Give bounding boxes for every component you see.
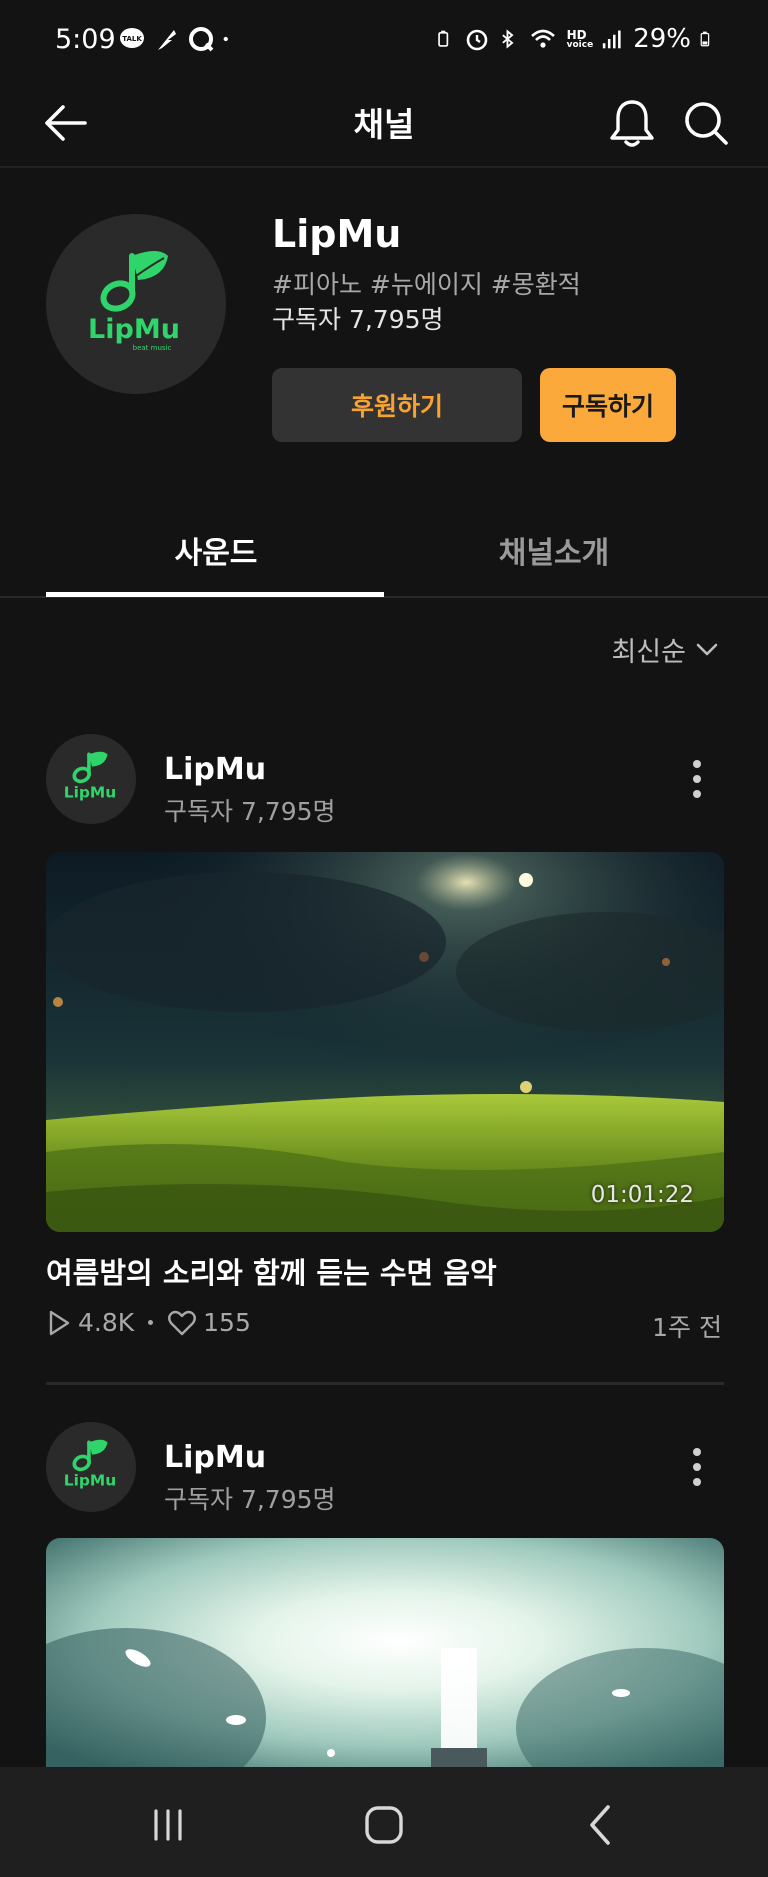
heart-icon[interactable] (167, 1309, 197, 1337)
status-time: 5:09 (55, 24, 116, 55)
night-meadow-image (46, 852, 724, 1232)
play-icon (49, 1310, 70, 1335)
nav-back-button[interactable] (570, 1795, 630, 1855)
battery-percent: 29% (633, 24, 691, 54)
lipmu-logo: LipMu beat music (88, 251, 180, 352)
recent-apps-button[interactable] (138, 1795, 198, 1855)
sort-label: 최신순 (611, 637, 686, 668)
feather-icon (158, 30, 176, 50)
system-navigation-bar (0, 1767, 768, 1877)
post-author-subscribers: 구독자 7,795명 (164, 1485, 336, 1514)
bluetooth-icon (501, 29, 514, 49)
tab-channel-intro[interactable]: 채널소개 (384, 528, 724, 572)
chevron-left-icon (590, 1805, 610, 1845)
kakaotalk-icon: TALK (120, 28, 144, 48)
home-icon (365, 1806, 403, 1844)
logo-text: LipMu (64, 1472, 116, 1490)
post-author-subscribers: 구독자 7,795명 (164, 797, 336, 826)
video-duration: 01:01:22 (590, 1182, 694, 1208)
wifi-icon (530, 29, 555, 48)
post-author-name[interactable]: LipMu (164, 1440, 266, 1475)
notification-icons: TALK (118, 26, 236, 52)
sort-dropdown[interactable]: 최신순 (611, 630, 718, 669)
divider (46, 1382, 724, 1385)
system-icons: HD voice 29% (437, 24, 716, 54)
more-options-button[interactable] (682, 754, 712, 804)
post-age: 1주 전 (652, 1313, 722, 1342)
lipmu-logo: LipMu (64, 751, 116, 802)
recent-apps-icon (154, 1809, 182, 1841)
notification-button[interactable] (606, 96, 658, 150)
search-button[interactable] (680, 96, 732, 150)
play-count: 4.8K (78, 1308, 135, 1337)
post-stats: 4.8K 155 (46, 1308, 251, 1337)
search-icon (685, 102, 728, 145)
logo-text: LipMu (64, 784, 116, 802)
subscribe-button[interactable]: 구독하기 (540, 368, 676, 442)
support-button[interactable]: 후원하기 (272, 368, 522, 442)
logo-subtext: beat music (133, 344, 172, 352)
tab-sound[interactable]: 사운드 (46, 528, 386, 572)
light-beam-image (46, 1538, 724, 1767)
like-count: 155 (203, 1308, 251, 1337)
logo-text: LipMu (88, 314, 180, 345)
more-vertical-icon (693, 760, 701, 798)
voice-label: voice (566, 39, 594, 50)
channel-name: LipMu (272, 212, 402, 256)
hd-label: HD (566, 27, 587, 42)
top-app-bar: 채널 (0, 84, 768, 168)
more-options-button[interactable] (682, 1442, 712, 1492)
post-title[interactable]: 여름밤의 소리와 함께 듣는 수면 음악 (46, 1250, 497, 1292)
stats-separator-dot (148, 1320, 154, 1325)
post-thumbnail[interactable] (46, 1538, 724, 1767)
battery-saver-icon (437, 30, 448, 47)
active-tab-indicator (46, 592, 384, 597)
alarm-icon (466, 29, 487, 51)
post-author-avatar[interactable]: LipMu (46, 1422, 136, 1512)
hd-voice-icon: HD voice (567, 29, 594, 50)
tab-bar: 사운드 채널소개 (0, 500, 768, 598)
post-author-avatar[interactable]: LipMu (46, 734, 136, 824)
more-vertical-icon (693, 1448, 701, 1486)
post-thumbnail[interactable]: 01:01:22 (46, 852, 724, 1232)
channel-avatar[interactable]: LipMu beat music (46, 214, 226, 394)
home-button[interactable] (354, 1795, 414, 1855)
dot-icon (223, 36, 228, 42)
talk-label: TALK (122, 35, 142, 43)
bell-icon (610, 100, 654, 147)
signal-icon (603, 30, 621, 49)
chevron-down-icon (696, 643, 718, 655)
lipmu-logo: LipMu (64, 1439, 116, 1490)
channel-tags[interactable]: #피아노 #뉴에이지 #몽환적 (272, 265, 581, 301)
status-bar: 5:09 TALK HD voice 29% (0, 0, 768, 84)
channel-subscriber-count: 구독자 7,795명 (272, 305, 444, 334)
chat-bubble-icon (189, 27, 214, 52)
post-author-name[interactable]: LipMu (164, 752, 266, 787)
battery-icon (700, 31, 710, 47)
